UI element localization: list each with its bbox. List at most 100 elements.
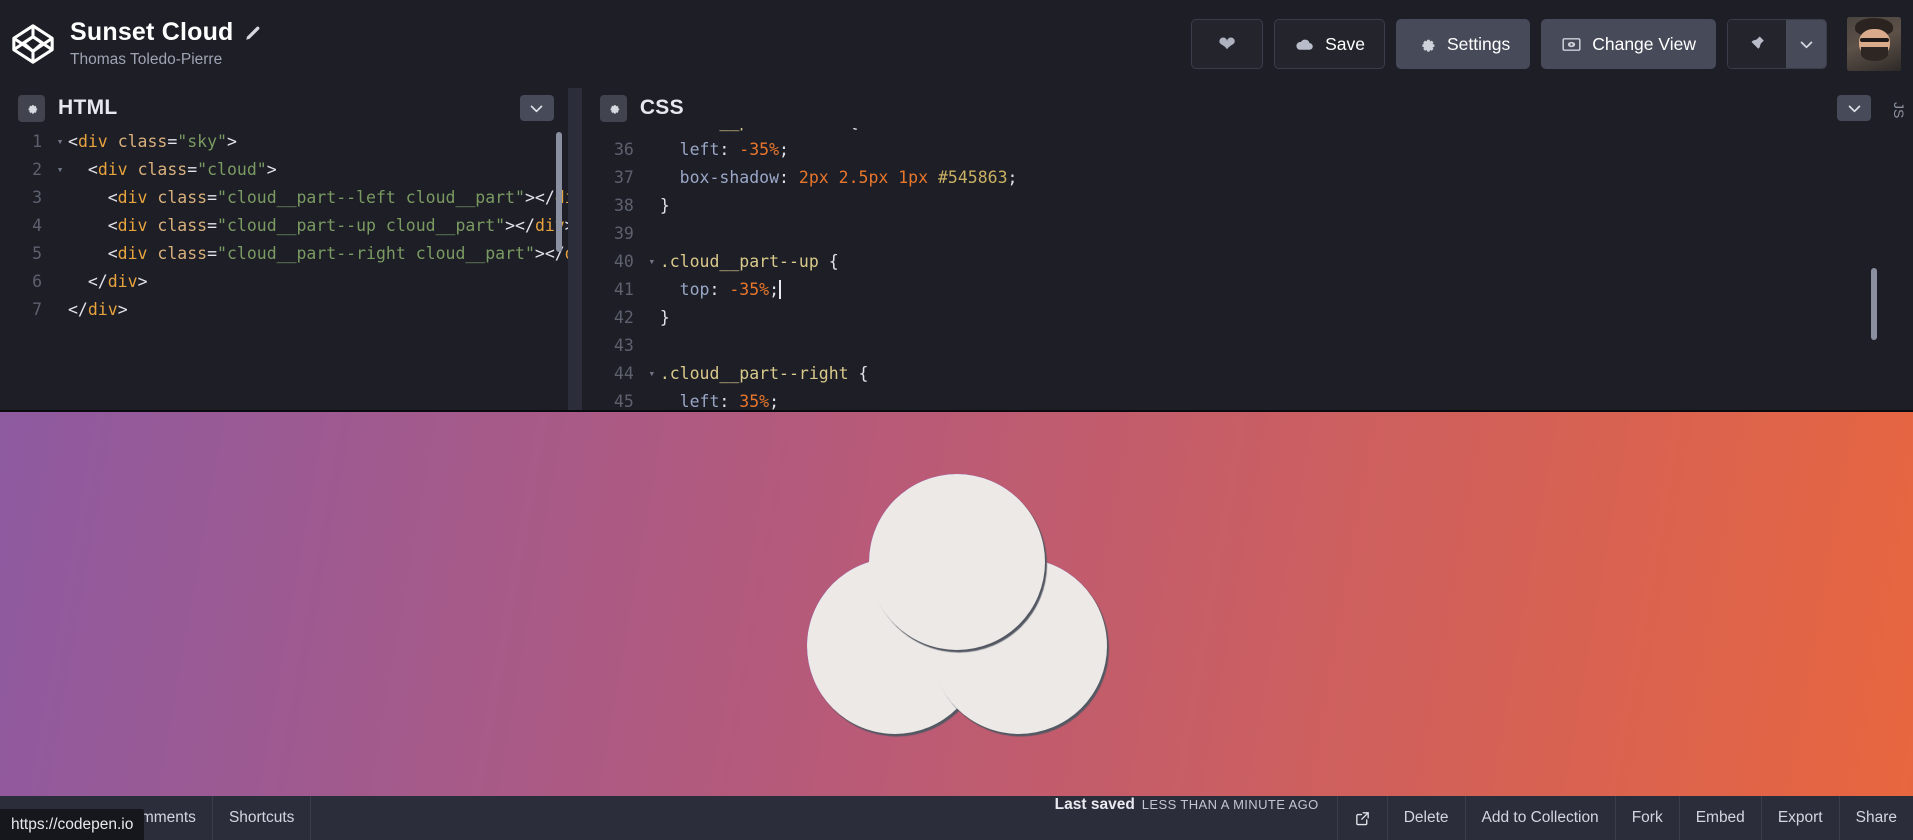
code-text: .cloud__part--up {	[659, 252, 839, 271]
footer-item-add-to-collection[interactable]: Add to Collection	[1464, 796, 1615, 840]
preview-iframe[interactable]	[0, 410, 1913, 796]
love-button[interactable]: ❤	[1191, 19, 1264, 69]
line-number: 42	[613, 308, 634, 327]
line-number: 36	[613, 140, 634, 159]
css-settings-gear-icon[interactable]	[599, 94, 627, 122]
html-collapse-button[interactable]	[519, 95, 554, 121]
page-title[interactable]: Sunset Cloud	[70, 19, 234, 47]
code-line[interactable]: 2 ▾ <div class="cloud">	[0, 156, 568, 184]
last-saved-status: Last saved LESS THAN A MINUTE AGO	[1039, 796, 1337, 840]
code-line[interactable]: 44 ▾ .cloud__part--right {	[582, 360, 1885, 388]
code-line[interactable]: 37 box-shadow: 2px 2.5px 1px #545863;	[582, 164, 1885, 192]
top-bar: Sunset Cloud Thomas Toledo-Pierre ❤ Save…	[0, 0, 1913, 88]
code-line[interactable]: 36 left: -35%;	[582, 136, 1885, 164]
status-bar: Comments Shortcuts Last saved LESS THAN …	[0, 796, 1913, 840]
code-text: <div class="cloud">	[68, 160, 277, 179]
fold-toggle-icon[interactable]: ▾	[52, 156, 68, 184]
html-pane-header: HTML	[0, 88, 568, 128]
top-actions: ❤ Save Settings Change View	[1191, 17, 1901, 71]
code-line[interactable]: 35▾.cloud__part--left {	[582, 128, 1885, 136]
text-cursor	[779, 280, 781, 299]
line-number: 1	[32, 132, 42, 151]
code-text: <div class="cloud__part--left cloud__par…	[68, 188, 568, 207]
cloud	[806, 474, 1107, 734]
line-number: 40	[613, 252, 634, 271]
js-pane-title: JS	[1891, 102, 1908, 119]
line-number: 3	[32, 188, 42, 207]
code-text: left: 35%;	[659, 392, 780, 410]
chevron-down-icon	[1798, 36, 1815, 53]
css-pane: CSS 35▾.cloud__part--left {36 left: -35%…	[581, 88, 1886, 410]
code-line[interactable]: 38}	[582, 192, 1885, 220]
js-pane-strip[interactable]: JS	[1885, 88, 1913, 410]
gear-icon	[1416, 34, 1437, 55]
cloud-part-up	[868, 474, 1045, 650]
avatar[interactable]	[1847, 17, 1901, 71]
change-view-button[interactable]: Change View	[1541, 19, 1716, 69]
footer-item-share[interactable]: Share	[1838, 796, 1913, 840]
code-line[interactable]: 40 ▾ .cloud__part--up {	[582, 248, 1885, 276]
line-number: 5	[32, 244, 42, 263]
footer-item-shortcuts[interactable]: Shortcuts	[213, 796, 312, 840]
code-line[interactable]: 39	[582, 220, 1885, 248]
css-pane-title: CSS	[639, 96, 684, 119]
code-line[interactable]: 43	[582, 332, 1885, 360]
pen-title-row: Sunset Cloud	[70, 19, 262, 47]
save-label: Save	[1325, 33, 1365, 54]
line-number: 44	[613, 364, 634, 383]
line-number: 43	[613, 336, 634, 355]
save-button[interactable]: Save	[1274, 19, 1385, 69]
code-text: </div>	[68, 272, 148, 291]
css-pane-header: CSS	[581, 88, 1886, 128]
line-number: 4	[32, 216, 42, 235]
css-scrollbar[interactable]	[1871, 268, 1878, 340]
footer-right-group: Last saved LESS THAN A MINUTE AGO Delete…	[1039, 796, 1913, 840]
html-pane: HTML 1 ▾ <div class="sky"> 2 ▾ <div class="c…	[0, 88, 568, 410]
code-line[interactable]: 41 top: -35%;	[582, 276, 1885, 304]
code-text: top: -35%;	[659, 280, 781, 299]
fold-toggle-icon[interactable]: ▾	[644, 248, 660, 276]
code-line[interactable]: 5 <div class="cloud__part--right cloud__…	[0, 240, 568, 268]
brand-block: Sunset Cloud Thomas Toledo-Pierre	[10, 19, 262, 69]
pane-divider[interactable]	[567, 88, 582, 410]
html-settings-gear-icon[interactable]	[18, 94, 45, 122]
open-external-button[interactable]	[1336, 796, 1387, 840]
cloud-icon	[1294, 34, 1315, 55]
settings-button[interactable]: Settings	[1395, 19, 1531, 69]
pin-dropdown-button[interactable]	[1786, 20, 1826, 68]
fold-toggle-icon[interactable]: ▾	[644, 128, 660, 136]
code-line[interactable]: 6 </div>	[0, 268, 568, 296]
status-url-tooltip: https://codepen.io	[0, 809, 145, 840]
code-text: <div class="sky">	[68, 132, 237, 151]
change-view-label: Change View	[1592, 33, 1696, 54]
fold-toggle-icon[interactable]: ▾	[644, 360, 660, 388]
line-number: 6	[32, 272, 42, 291]
pin-button[interactable]	[1728, 20, 1786, 68]
css-code-area[interactable]: 35▾.cloud__part--left {36 left: -35%;37 …	[581, 128, 1886, 410]
pencil-icon[interactable]	[244, 24, 262, 42]
code-line[interactable]: 45 left: 35%;	[582, 388, 1885, 410]
code-line[interactable]: 7 </div>	[0, 296, 568, 324]
code-line[interactable]: 3 <div class="cloud__part--left cloud__p…	[0, 184, 568, 212]
footer-item-embed[interactable]: Embed	[1678, 796, 1761, 840]
code-line[interactable]: 1 ▾ <div class="sky">	[0, 128, 568, 156]
pen-meta: Sunset Cloud Thomas Toledo-Pierre	[70, 19, 262, 69]
code-text: }	[659, 196, 670, 215]
footer-item-fork[interactable]: Fork	[1614, 796, 1679, 840]
footer-item-export[interactable]: Export	[1760, 796, 1839, 840]
code-line[interactable]: 42}	[582, 304, 1885, 332]
line-number: 41	[613, 280, 634, 299]
css-collapse-button[interactable]	[1837, 95, 1872, 121]
code-text: </div>	[68, 300, 128, 319]
html-scrollbar[interactable]	[555, 132, 562, 252]
fold-toggle-icon[interactable]: ▾	[52, 128, 68, 156]
footer-item-delete[interactable]: Delete	[1386, 796, 1465, 840]
html-code-area[interactable]: 1 ▾ <div class="sky"> 2 ▾ <div class="cloud"…	[0, 128, 568, 410]
code-text: .cloud__part--right {	[659, 364, 869, 383]
codepen-logo-icon[interactable]	[10, 21, 56, 67]
line-number: 2	[32, 160, 42, 179]
code-line[interactable]: 4 <div class="cloud__part--up cloud__par…	[0, 212, 568, 240]
pen-author[interactable]: Thomas Toledo-Pierre	[70, 51, 262, 69]
heart-icon: ❤	[1218, 32, 1236, 56]
line-number: 39	[613, 224, 634, 243]
